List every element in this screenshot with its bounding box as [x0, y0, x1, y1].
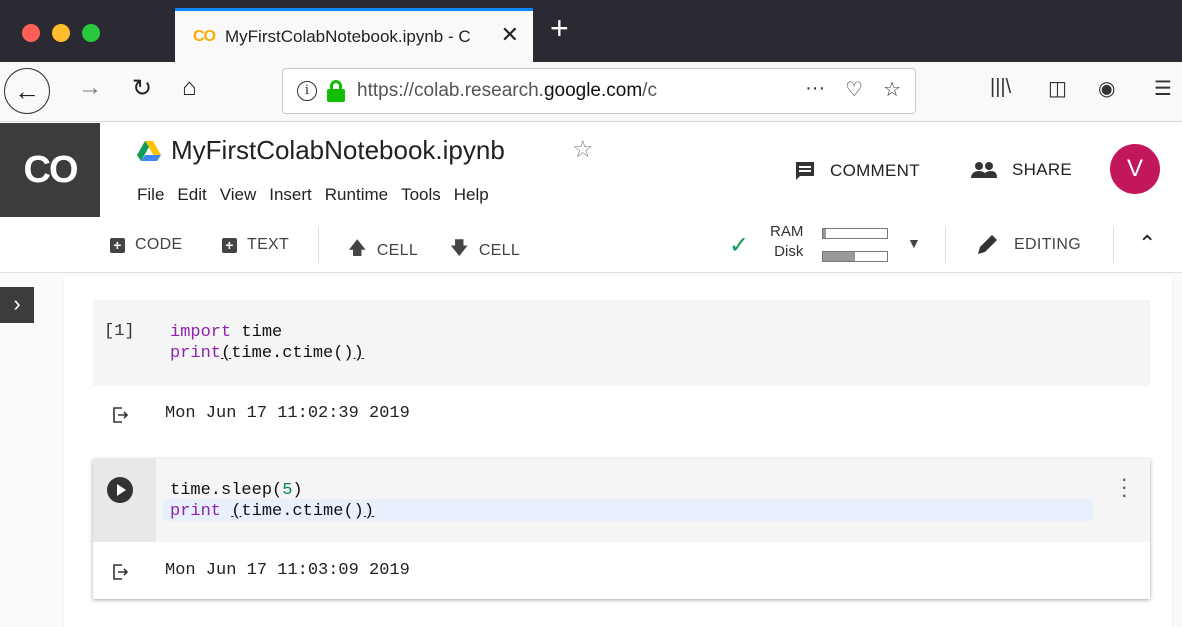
window-close-button[interactable]	[22, 24, 40, 42]
editing-label: EDITING	[1014, 236, 1081, 253]
add-text-cell-button[interactable]: + TEXT	[222, 236, 289, 254]
window-minimize-button[interactable]	[52, 24, 70, 42]
text-label: TEXT	[247, 236, 290, 253]
tab-title: MyFirstColabNotebook.ipynb - C	[225, 26, 471, 46]
menu-help[interactable]: Help	[454, 185, 489, 205]
colab-favicon-icon: CO	[193, 27, 216, 45]
arrow-down-icon: 🡇	[450, 238, 469, 258]
ram-meter	[822, 228, 888, 239]
lock-icon[interactable]	[327, 80, 345, 102]
run-cell-icon[interactable]	[107, 477, 133, 503]
menu-insert[interactable]: Insert	[269, 185, 312, 205]
resource-dropdown-icon[interactable]: ▼	[907, 235, 921, 251]
resource-monitor[interactable]: RAM Disk	[770, 222, 803, 262]
comment-button[interactable]: COMMENT	[794, 160, 920, 182]
more-icon[interactable]: ···	[805, 77, 825, 102]
browser-tab-strip: CO MyFirstColabNotebook.ipynb - C ✕ +	[0, 0, 1182, 62]
notebook-toolbar: + CODE + TEXT 🡅 CELL 🡇 CELL ✓ RAM Disk ▼…	[0, 217, 1182, 273]
output-icon	[113, 407, 128, 423]
people-icon	[971, 162, 997, 178]
reload-icon[interactable]: ↻	[132, 74, 152, 103]
browser-tab-active[interactable]: CO MyFirstColabNotebook.ipynb - C ✕	[175, 8, 533, 62]
comment-icon	[796, 162, 814, 180]
toolbar-divider	[1113, 227, 1114, 263]
menu-icon[interactable]: ☰	[1154, 76, 1172, 101]
pencil-icon	[978, 235, 997, 254]
share-button[interactable]: SHARE	[970, 160, 1072, 180]
window-zoom-button[interactable]	[82, 24, 100, 42]
toolbar-divider	[318, 227, 319, 263]
account-icon[interactable]: ◉	[1098, 76, 1115, 101]
output-icon	[113, 564, 128, 580]
disk-label: Disk	[774, 243, 804, 260]
sidebar-toggle-icon[interactable]: ›	[0, 287, 34, 323]
menu-bar: File Edit View Insert Runtime Tools Help	[137, 185, 489, 205]
library-icon[interactable]: |||\	[990, 76, 1011, 99]
move-cell-up-button[interactable]: 🡅 CELL	[348, 236, 418, 266]
bookmark-star-icon[interactable]: ☆	[883, 77, 901, 102]
colab-header: CO MyFirstColabNotebook.ipynb ☆ File Edi…	[0, 123, 1182, 217]
tab-close-icon[interactable]: ✕	[501, 22, 519, 48]
cell-down-label: CELL	[478, 242, 521, 259]
google-drive-icon	[137, 141, 161, 161]
disk-meter	[822, 251, 888, 262]
editing-mode-button[interactable]: EDITING	[976, 234, 1081, 256]
ram-label: RAM	[770, 223, 804, 240]
new-tab-button[interactable]: +	[550, 10, 569, 47]
arrow-up-icon: 🡅	[348, 238, 367, 258]
url-bar[interactable]: i https://colab.research.google.com/c ··…	[282, 68, 916, 114]
connected-check-icon: ✓	[729, 232, 750, 259]
menu-runtime[interactable]: Runtime	[325, 185, 388, 205]
star-icon[interactable]: ☆	[572, 135, 594, 164]
plus-icon: +	[222, 237, 237, 253]
home-icon[interactable]: ⌂	[182, 74, 197, 102]
menu-view[interactable]: View	[220, 185, 257, 205]
colab-logo[interactable]: CO	[0, 123, 100, 217]
cell-more-icon[interactable]: · · ·	[1121, 468, 1128, 506]
comment-label: COMMENT	[830, 161, 920, 180]
notebook-title[interactable]: MyFirstColabNotebook.ipynb	[171, 135, 505, 166]
ram-meter-fill	[823, 229, 827, 238]
avatar[interactable]: V	[1110, 144, 1160, 194]
plus-icon: +	[110, 237, 125, 253]
menu-file[interactable]: File	[137, 185, 164, 205]
add-code-cell-button[interactable]: + CODE	[110, 236, 182, 254]
back-icon[interactable]: ←	[4, 68, 50, 114]
move-cell-down-button[interactable]: 🡇 CELL	[450, 236, 520, 266]
browser-nav-bar: ← → ↻ ⌂ i https://colab.research.google.…	[0, 62, 1182, 122]
forward-icon[interactable]: →	[78, 74, 102, 102]
collapse-header-icon[interactable]: ⌃	[1138, 231, 1156, 257]
toolbar-divider	[945, 227, 946, 263]
execution-count: [1]	[104, 322, 135, 341]
code-cell-1-source[interactable]: import time print(time.ctime())	[170, 322, 364, 364]
code-cell-2-source[interactable]: time.sleep(5) print (time.ctime())	[170, 480, 374, 522]
cell-2-output: Mon Jun 17 11:03:09 2019	[165, 561, 410, 580]
share-label: SHARE	[1012, 160, 1073, 179]
url-text[interactable]: https://colab.research.google.com/c	[357, 80, 712, 102]
cell-up-label: CELL	[376, 242, 419, 259]
pocket-icon[interactable]: ♡	[845, 77, 863, 102]
menu-edit[interactable]: Edit	[177, 185, 206, 205]
menu-tools[interactable]: Tools	[401, 185, 441, 205]
info-icon[interactable]: i	[297, 81, 317, 101]
code-label: CODE	[135, 236, 183, 253]
cell-1-output: Mon Jun 17 11:02:39 2019	[165, 404, 410, 423]
disk-meter-fill	[823, 252, 855, 261]
sidebar-icon[interactable]: ◫	[1048, 76, 1067, 101]
